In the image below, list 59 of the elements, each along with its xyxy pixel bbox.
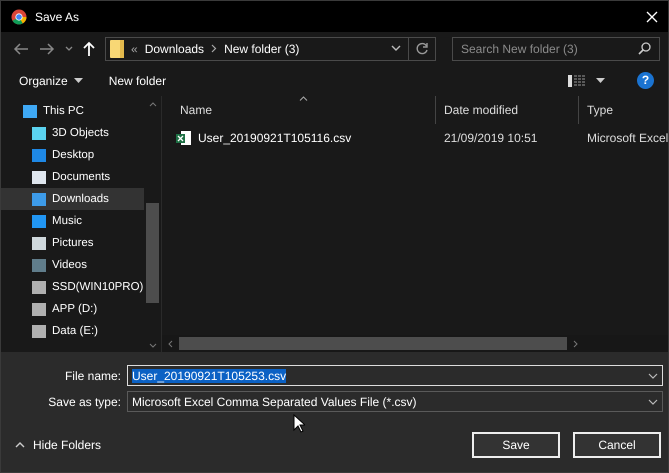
nav-item[interactable]: Music [1,210,144,232]
search-field[interactable]: Search New folder (3) [452,36,660,60]
chevron-down-icon[interactable] [65,46,73,52]
new-folder-button[interactable]: New folder [100,70,174,92]
scroll-down-icon[interactable] [148,343,156,348]
address-bar[interactable]: « Downloads New folder (3) [105,36,436,60]
field-label: File name: [64,368,121,382]
refresh-icon[interactable] [416,42,429,55]
organize-button[interactable]: Organize [11,70,91,92]
back-arrow-icon[interactable] [13,42,29,56]
overflow-chevron[interactable]: « [131,42,138,56]
spreadsheet-file-icon [176,130,192,146]
up-arrow-icon[interactable] [83,40,95,56]
close-icon[interactable] [646,10,658,22]
nav-item[interactable]: Videos [1,254,144,276]
cancel-button[interactable]: Cancel [573,432,661,458]
file-name[interactable]: User_20190921T105116.csv [198,131,352,145]
window-title: Save As [35,10,80,24]
nav-item[interactable]: Documents [1,166,144,188]
folder-icon [110,40,124,58]
help-button[interactable]: ? [637,72,654,89]
nav-item[interactable]: SSD(WIN10PRO) [1,276,144,298]
nav-item[interactable]: This PC [1,100,144,122]
file-name-field[interactable]: User_20190921T105253.csv [127,365,663,386]
view-options-icon[interactable] [568,74,586,86]
column-header[interactable]: Name [162,96,435,124]
column-header[interactable]: Type [578,96,668,124]
hide-folders-button[interactable]: Hide Folders [13,436,104,454]
nav-item[interactable]: Desktop [1,144,144,166]
forward-arrow-icon[interactable] [39,42,55,56]
mouse-cursor-icon [293,414,305,433]
nav-item[interactable]: Downloads [1,188,144,210]
breadcrumb[interactable]: New folder (3) [224,42,300,56]
column-header[interactable]: Date modified [435,96,578,124]
date-modified: 21/09/2019 10:51 [444,131,538,145]
scrollbar-thumb[interactable] [146,203,159,303]
field-label: Save as type: [47,394,121,408]
breadcrumb[interactable]: Downloads [144,42,204,56]
sort-caret-icon [299,96,308,101]
chevron-up-icon [15,442,25,448]
nav-item[interactable]: 3D Objects [1,122,144,144]
chevron-down-icon[interactable] [391,45,401,52]
chevron-down-icon[interactable] [648,372,658,378]
scroll-right-icon[interactable] [573,340,578,348]
file-type-dropdown[interactable]: Microsoft Excel Comma Separated Values File (*.csv) [127,391,663,412]
nav-item[interactable]: Data (E:) [1,320,144,342]
save-button[interactable]: Save [472,432,560,458]
scroll-left-icon[interactable] [168,340,173,348]
chevron-down-icon[interactable] [648,398,658,404]
search-icon [638,42,651,54]
scrollbar-thumb[interactable] [179,337,567,350]
browser-logo-icon [11,8,27,24]
caret-icon[interactable] [596,78,605,83]
nav-item[interactable]: APP (D:) [1,298,144,320]
scroll-up-icon[interactable] [148,102,156,107]
chevron-right-icon [211,44,218,53]
file-type: Microsoft Excel [587,131,668,145]
nav-item[interactable]: Pictures [1,232,144,254]
caret-icon [74,78,83,83]
